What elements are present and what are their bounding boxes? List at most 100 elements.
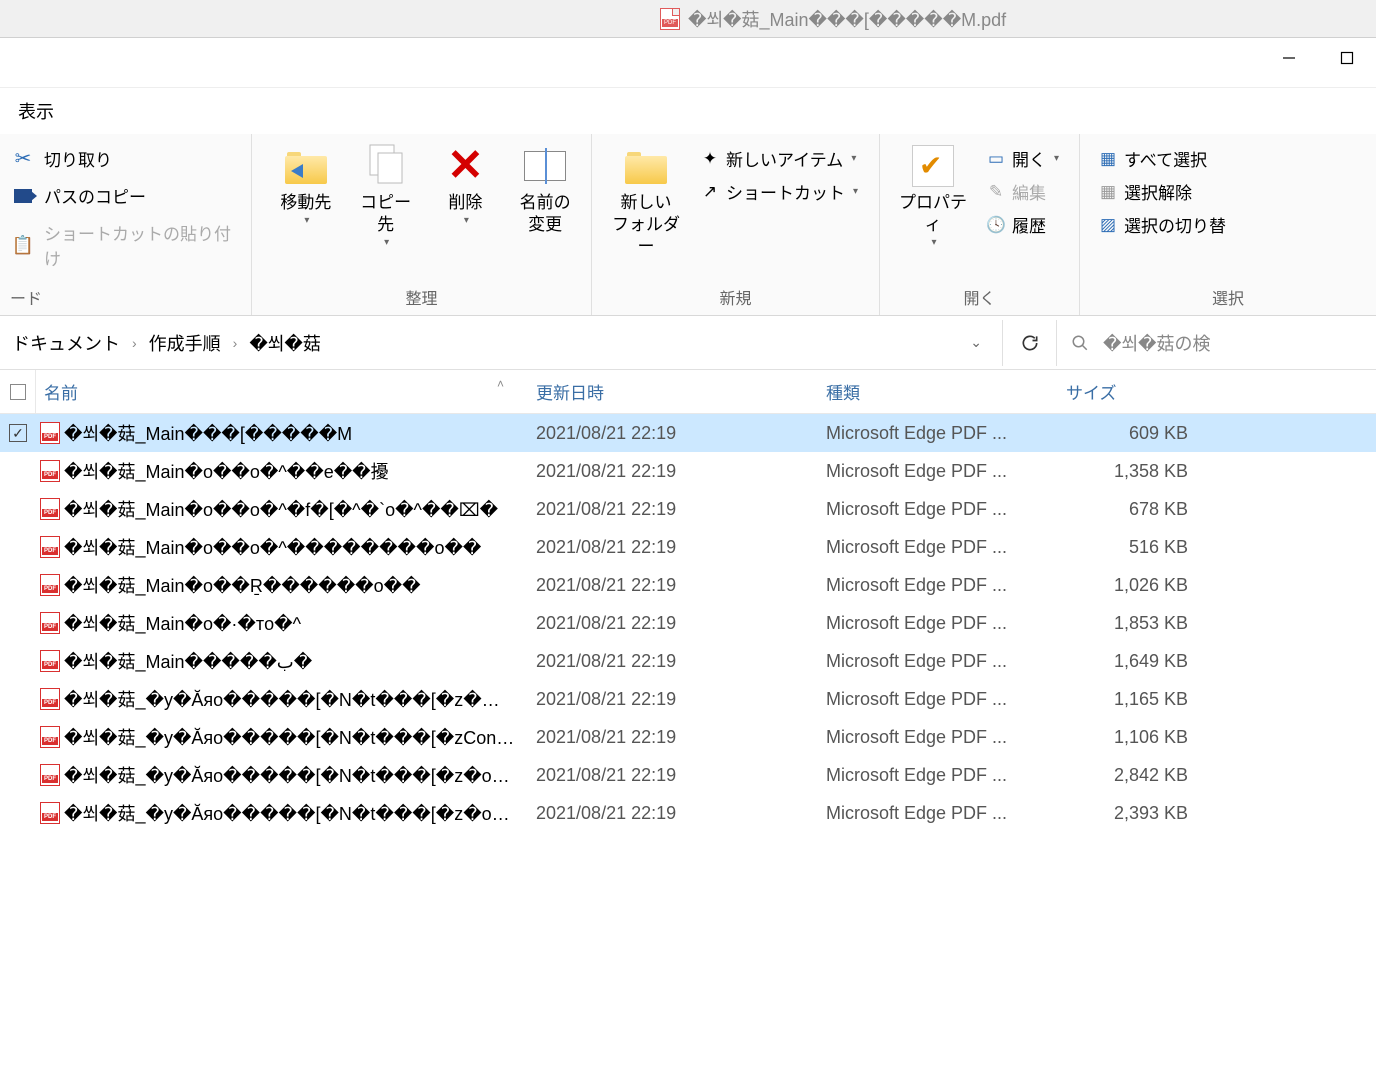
tab-view[interactable]: 表示 bbox=[14, 90, 58, 132]
minimize-button[interactable] bbox=[1260, 38, 1318, 78]
x-icon: ✕ bbox=[447, 144, 484, 188]
rename-button[interactable]: 名前の 変更 bbox=[507, 140, 583, 238]
breadcrumb-item[interactable]: �쐬�菇 bbox=[241, 326, 328, 360]
invert-selection-icon: ▨ bbox=[1098, 215, 1118, 235]
address-bar: ドキュメント › 作成手順 › �쐬�菇 ⌄ �쐬�菇の検 bbox=[0, 316, 1376, 370]
edit-icon: ✎ bbox=[986, 182, 1006, 202]
search-icon bbox=[1071, 334, 1089, 352]
file-name: �쐬�菇_Main�o��Ṟ������o�� bbox=[64, 572, 524, 598]
table-row[interactable]: �쐬�菇_�y�Ăяo�����[�N�t���[�z���[�...2021/… bbox=[0, 680, 1376, 718]
rename-icon bbox=[524, 151, 566, 181]
file-icon bbox=[36, 650, 64, 672]
file-type: Microsoft Edge PDF ... bbox=[814, 423, 1054, 444]
column-header-date[interactable]: 更新日時 bbox=[524, 379, 814, 404]
select-all-button[interactable]: ▦ すべて選択 bbox=[1094, 144, 1230, 173]
pdf-icon bbox=[660, 8, 680, 30]
parent-window-title: �쐬�菇_Main���[�����M.pdf bbox=[688, 6, 1006, 32]
open-icon: ▭ bbox=[986, 149, 1006, 169]
file-date: 2021/08/21 22:19 bbox=[524, 423, 814, 444]
select-all-checkbox[interactable] bbox=[0, 370, 36, 413]
file-date: 2021/08/21 22:19 bbox=[524, 499, 814, 520]
file-size: 1,026 KB bbox=[1054, 575, 1204, 596]
new-folder-label: 新しい フォルダー bbox=[604, 192, 688, 258]
cut-label: 切り取り bbox=[44, 146, 112, 171]
maximize-button[interactable] bbox=[1318, 38, 1376, 78]
invert-selection-button[interactable]: ▨ 選択の切り替 bbox=[1094, 210, 1230, 239]
breadcrumb-item[interactable]: ドキュメント bbox=[4, 326, 128, 360]
chevron-down-icon: ▾ bbox=[464, 214, 469, 227]
file-icon bbox=[36, 498, 64, 520]
breadcrumb-item[interactable]: 作成手順 bbox=[141, 326, 229, 360]
scissors-icon: ✂ bbox=[12, 148, 34, 170]
pdf-icon bbox=[40, 726, 60, 748]
file-date: 2021/08/21 22:19 bbox=[524, 765, 814, 786]
file-type: Microsoft Edge PDF ... bbox=[814, 689, 1054, 710]
cut-button[interactable]: ✂ 切り取り bbox=[8, 144, 243, 173]
folder-icon bbox=[285, 148, 327, 184]
column-header-type[interactable]: 種類 bbox=[814, 379, 1054, 404]
row-checkbox[interactable]: ✓ bbox=[0, 424, 36, 442]
breadcrumb[interactable]: ドキュメント › 作成手順 › �쐬�菇 ⌄ bbox=[0, 326, 1002, 360]
search-input[interactable]: �쐬�菇の検 bbox=[1056, 320, 1376, 366]
delete-label: 削除 bbox=[448, 192, 482, 214]
file-name: �쐬�菇_Main�o��o�^��e��擾 bbox=[64, 458, 524, 484]
chevron-down-icon: ▾ bbox=[304, 214, 309, 227]
pdf-icon bbox=[40, 650, 60, 672]
table-row[interactable]: �쐬�菇_Main�o��Ṟ������o��2021/08/21 22:19M… bbox=[0, 566, 1376, 604]
file-type: Microsoft Edge PDF ... bbox=[814, 727, 1054, 748]
file-icon bbox=[36, 460, 64, 482]
open-label: 開く bbox=[1012, 146, 1046, 171]
ribbon-group-open-label: 開く bbox=[888, 281, 1071, 315]
column-header-name[interactable]: 名前 ˄ bbox=[36, 379, 524, 404]
select-all-icon: ▦ bbox=[1098, 149, 1118, 169]
paste-shortcut-button: 📋 ショートカットの貼り付け bbox=[8, 218, 243, 272]
new-item-button[interactable]: ✦ 新しいアイテム ▾ bbox=[696, 144, 862, 173]
file-name: �쐬�菇_�y�Ăяo�����[�N�t���[�zConfig... bbox=[64, 724, 524, 750]
copy-path-button[interactable]: パスのコピー bbox=[8, 181, 243, 210]
chevron-right-icon[interactable]: › bbox=[128, 335, 141, 351]
file-size: 678 KB bbox=[1054, 499, 1204, 520]
file-icon bbox=[36, 688, 64, 710]
pdf-icon bbox=[40, 612, 60, 634]
copy-to-button[interactable]: コピー先 ▾ bbox=[348, 140, 424, 251]
file-type: Microsoft Edge PDF ... bbox=[814, 613, 1054, 634]
delete-button[interactable]: ✕ 削除 ▾ bbox=[428, 140, 504, 229]
table-row[interactable]: �쐬�菇_Main�o��o�^�f�[�^�`o�^��⌧�2021/08/2… bbox=[0, 490, 1376, 528]
table-row[interactable]: ✓�쐬�菇_Main���[�����M2021/08/21 22:19Micr… bbox=[0, 414, 1376, 452]
table-row[interactable]: �쐬�菇_Main�o��o�^��������o��2021/08/21 22… bbox=[0, 528, 1376, 566]
properties-button[interactable]: プロパティ ▾ bbox=[888, 140, 978, 251]
table-row[interactable]: �쐬�菇_�y�Ăяo�����[�N�t���[�z�o��...2021/0… bbox=[0, 794, 1376, 832]
table-row[interactable]: �쐬�菇_�y�Ăяo�����[�N�t���[�z�o��...2021/0… bbox=[0, 756, 1376, 794]
checkmark-icon bbox=[912, 145, 954, 187]
file-type: Microsoft Edge PDF ... bbox=[814, 803, 1054, 824]
select-none-button[interactable]: ▦ 選択解除 bbox=[1094, 177, 1230, 206]
file-name: �쐬�菇_Main�����ب� bbox=[64, 648, 524, 674]
edit-label: 編集 bbox=[1012, 179, 1046, 204]
history-button[interactable]: 🕓 履歴 bbox=[982, 210, 1063, 239]
table-row[interactable]: �쐬�菇_�y�Ăяo�����[�N�t���[�zConfig...2021… bbox=[0, 718, 1376, 756]
column-header-size[interactable]: サイズ bbox=[1054, 379, 1204, 404]
new-folder-button[interactable]: 新しい フォルダー bbox=[600, 140, 692, 260]
open-button[interactable]: ▭ 開く ▾ bbox=[982, 144, 1063, 173]
chevron-down-icon: ▾ bbox=[853, 186, 858, 197]
chevron-down-icon: ▾ bbox=[1054, 153, 1059, 164]
new-item-label: 新しいアイテム bbox=[726, 146, 843, 171]
breadcrumb-dropdown[interactable]: ⌄ bbox=[962, 326, 990, 359]
table-row[interactable]: �쐬�菇_Main�o�·�тo�^2021/08/21 22:19Micros… bbox=[0, 604, 1376, 642]
sparkle-icon: ✦ bbox=[700, 149, 720, 169]
pdf-icon bbox=[40, 688, 60, 710]
file-icon bbox=[36, 726, 64, 748]
pdf-icon bbox=[40, 460, 60, 482]
copy-path-icon bbox=[12, 185, 34, 207]
move-to-button[interactable]: 移動先 ▾ bbox=[268, 140, 344, 229]
table-row[interactable]: �쐬�菇_Main�����ب�2021/08/21 22:19Microsof… bbox=[0, 642, 1376, 680]
file-date: 2021/08/21 22:19 bbox=[524, 803, 814, 824]
refresh-button[interactable] bbox=[1002, 320, 1056, 366]
file-date: 2021/08/21 22:19 bbox=[524, 461, 814, 482]
file-size: 1,358 KB bbox=[1054, 461, 1204, 482]
ribbon-group-clipboard-label: ード bbox=[8, 281, 243, 315]
chevron-right-icon[interactable]: › bbox=[229, 335, 242, 351]
table-row[interactable]: �쐬�菇_Main�o��o�^��e��擾2021/08/21 22:19Mi… bbox=[0, 452, 1376, 490]
sort-ascending-icon: ˄ bbox=[497, 377, 504, 391]
new-shortcut-button[interactable]: ↗ ショートカット ▾ bbox=[696, 177, 862, 206]
